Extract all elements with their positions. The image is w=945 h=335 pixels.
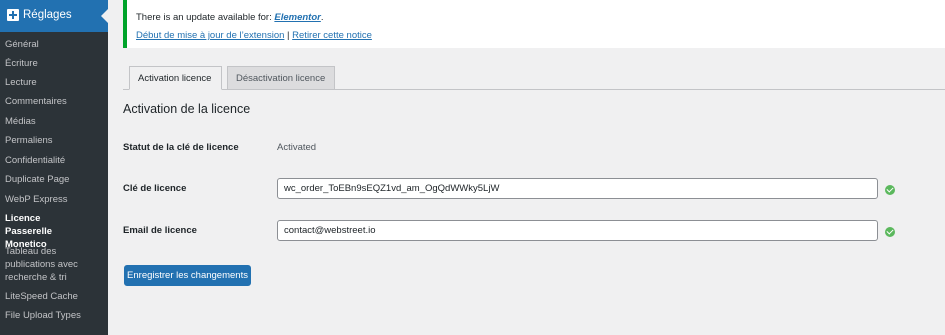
notice-message: There is an update available for: Elemen… [136,12,324,23]
begin-update-link[interactable]: Début de mise à jour de l’extension [136,30,284,41]
sidebar-item-media[interactable]: Médias [5,115,105,128]
elementor-link[interactable]: Elementor [274,12,320,23]
sidebar-item-writing[interactable]: Écriture [5,57,105,70]
tab-deactivation[interactable]: Désactivation licence [227,66,335,90]
license-email-input[interactable]: contact@webstreet.io [277,220,878,241]
email-valid-check-icon [885,227,895,237]
admin-sidebar: Réglages Général Écriture Lecture Commen… [0,0,108,335]
status-label: Statut de la clé de licence [123,142,239,153]
sidebar-item-litespeed-cache[interactable]: LiteSpeed Cache [5,290,105,303]
sidebar-item-webp-express[interactable]: WebP Express [5,193,105,206]
dismiss-notice-link[interactable]: Retirer cette notice [292,30,372,41]
current-menu-arrow-icon [101,9,108,23]
status-value: Activated [277,142,317,153]
sidebar-item-file-upload-types[interactable]: File Upload Types [5,309,105,322]
license-key-input[interactable]: wc_order_ToEBn9sEQZ1vd_am_OgQdWWky5LjW [277,178,878,199]
sidebar-item-privacy[interactable]: Confidentialité [5,154,105,167]
sidebar-item-duplicate-page[interactable]: Duplicate Page [5,173,105,186]
sidebar-header-label: Réglages [23,9,72,21]
sidebar-settings-header[interactable]: Réglages [0,0,108,32]
key-label: Clé de licence [123,183,187,194]
notice-separator: | [287,30,290,41]
sidebar-item-permalinks[interactable]: Permaliens [5,134,105,147]
key-valid-check-icon [885,185,895,195]
settings-icon [7,9,19,21]
sidebar-item-reading[interactable]: Lecture [5,76,105,89]
page-title: Activation de la licence [123,102,251,116]
sidebar-item-tableau-publications[interactable]: Tableau des publications avec recherche … [5,245,87,284]
save-changes-button[interactable]: Enregistrer les changements [124,265,251,286]
sidebar-item-general[interactable]: Général [5,38,105,51]
tab-activation[interactable]: Activation licence [129,66,222,90]
update-notice: There is an update available for: Elemen… [123,0,945,48]
sidebar-item-comments[interactable]: Commentaires [5,95,105,108]
email-label: Email de licence [123,225,197,236]
notice-actions: Début de mise à jour de l’extension | Re… [136,30,372,41]
